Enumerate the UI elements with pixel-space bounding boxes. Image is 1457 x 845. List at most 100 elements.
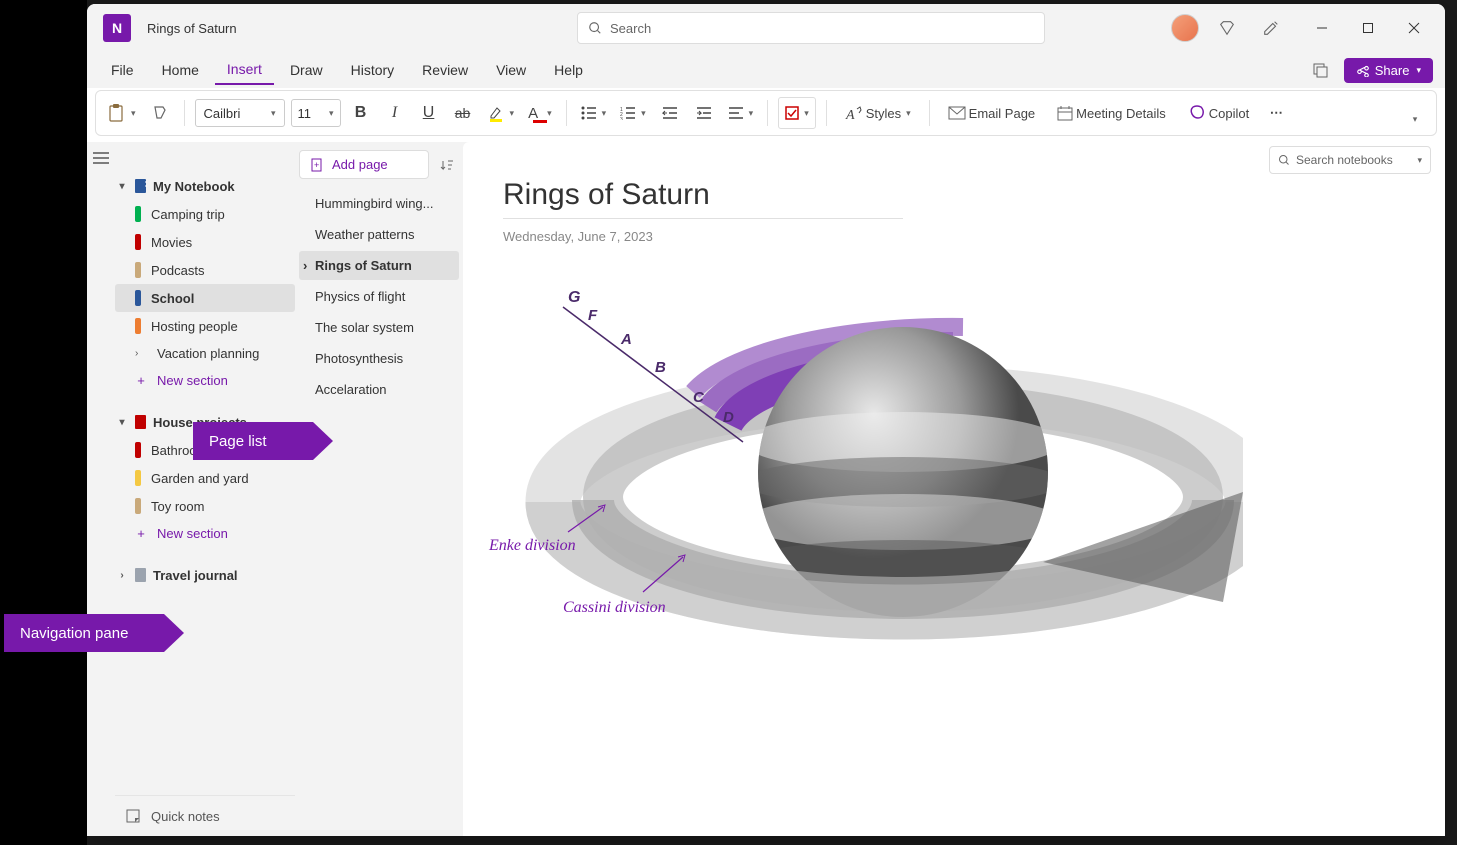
search-icon	[1278, 154, 1290, 166]
quick-notes-button[interactable]: Quick notes	[115, 795, 295, 836]
indent-button[interactable]	[690, 97, 718, 129]
page-item[interactable]: Hummingbird wing...	[299, 189, 459, 218]
plus-icon: +	[135, 526, 147, 541]
page-title[interactable]: Rings of Saturn	[503, 178, 903, 219]
chevron-down-icon: ▾	[115, 181, 129, 192]
onenote-app-icon: N	[103, 14, 131, 42]
format-painter-button[interactable]	[146, 97, 174, 129]
font-color-button[interactable]: A▾	[524, 97, 556, 129]
avatar[interactable]	[1171, 14, 1199, 42]
chevron-down-icon: ▾	[1416, 65, 1421, 76]
font-size-select[interactable]: 11▾	[291, 99, 341, 127]
meeting-details-button[interactable]: Meeting Details	[1049, 97, 1174, 129]
ribbon-expand-chevron[interactable]: ▾	[1400, 103, 1428, 135]
numbering-button[interactable]: 123▾	[616, 97, 650, 129]
maximize-button[interactable]	[1345, 12, 1391, 44]
bullets-button[interactable]: ▾	[577, 97, 611, 129]
menu-insert[interactable]: Insert	[215, 55, 274, 85]
font-family-select[interactable]: Cailbri▾	[195, 99, 285, 127]
add-page-icon: +	[310, 158, 324, 172]
section-item[interactable]: Toy room	[115, 492, 295, 520]
ribbon-toolbar: ▾ Cailbri▾ 11▾ B I U ab ▾ A▾ ▾ 123▾ ▾ ▾ …	[95, 90, 1437, 136]
notebook-header[interactable]: ▾ My Notebook	[115, 172, 295, 200]
section-item[interactable]: School	[115, 284, 295, 312]
navigation-pane: ▾ My Notebook Camping trip Movies Podcas…	[115, 142, 295, 836]
svg-text:B: B	[655, 359, 666, 376]
section-color-swatch	[135, 470, 141, 486]
page-item[interactable]: Accelaration	[299, 375, 459, 404]
underline-button[interactable]: U	[415, 97, 443, 129]
notebook-header[interactable]: › Travel journal	[115, 561, 295, 589]
more-button[interactable]: ⋯	[1263, 97, 1291, 129]
svg-text:+: +	[314, 160, 319, 170]
content-area: Search notebooks ▾ ▾ My Notebook Camping…	[87, 142, 1445, 836]
menu-help[interactable]: Help	[542, 56, 595, 84]
outdent-button[interactable]	[656, 97, 684, 129]
search-input[interactable]: Search	[577, 12, 1045, 44]
section-item[interactable]: Garden and yard	[115, 464, 295, 492]
close-button[interactable]	[1391, 12, 1437, 44]
section-group-item[interactable]: ›Vacation planning	[115, 340, 295, 367]
document-title: Rings of Saturn	[147, 21, 237, 36]
section-item[interactable]: Hosting people	[115, 312, 295, 340]
chevron-down-icon: ▾	[602, 108, 607, 119]
paste-button[interactable]: ▾	[104, 97, 140, 129]
menu-file[interactable]: File	[99, 56, 146, 84]
minimize-button[interactable]	[1299, 12, 1345, 44]
tag-button[interactable]: ▾	[778, 97, 816, 129]
add-page-button[interactable]: + Add page	[299, 150, 429, 179]
new-section-button[interactable]: +New section	[115, 367, 295, 394]
saturn-illustration: G F A B C D Enke division Cassini divisi…	[483, 272, 1243, 722]
page-item[interactable]: Physics of flight	[299, 282, 459, 311]
svg-text:Cassini division: Cassini division	[563, 599, 666, 616]
share-button[interactable]: Share ▾	[1344, 58, 1433, 83]
coming-soon-icon[interactable]	[1255, 12, 1287, 44]
new-section-label: New section	[157, 526, 228, 541]
section-item[interactable]: Movies	[115, 228, 295, 256]
search-placeholder: Search	[610, 21, 651, 36]
page-item[interactable]: Weather patterns	[299, 220, 459, 249]
chevron-right-icon: ›	[115, 570, 129, 581]
sort-pages-button[interactable]	[435, 151, 459, 179]
hamburger-button[interactable]	[87, 142, 115, 836]
share-label: Share	[1375, 63, 1410, 78]
font-size-value: 11	[298, 106, 312, 121]
menu-draw[interactable]: Draw	[278, 56, 335, 84]
menu-review[interactable]: Review	[410, 56, 480, 84]
copilot-button[interactable]: Copilot	[1180, 97, 1257, 129]
page-date: Wednesday, June 7, 2023	[503, 229, 1405, 244]
section-color-swatch	[135, 498, 141, 514]
svg-text:C: C	[693, 389, 705, 406]
page-canvas[interactable]: Rings of Saturn Wednesday, June 7, 2023	[463, 142, 1445, 836]
menubar: File Home Insert Draw History Review Vie…	[87, 52, 1445, 88]
menu-home[interactable]: Home	[150, 56, 211, 84]
chevron-down-icon: ▾	[641, 108, 646, 119]
page-item[interactable]: Photosynthesis	[299, 344, 459, 373]
copilot-label: Copilot	[1209, 106, 1249, 121]
section-label: Podcasts	[151, 263, 204, 278]
premium-diamond-icon[interactable]	[1211, 12, 1243, 44]
open-in-new-window-icon[interactable]	[1304, 54, 1336, 86]
chevron-down-icon: ▾	[271, 108, 276, 119]
page-item[interactable]: Rings of Saturn	[299, 251, 459, 280]
align-button[interactable]: ▾	[724, 97, 758, 129]
menu-history[interactable]: History	[339, 56, 407, 84]
new-section-button[interactable]: + New section	[115, 520, 295, 547]
search-notebooks-input[interactable]: Search notebooks ▾	[1269, 146, 1431, 174]
styles-button[interactable]: AStyles▾	[837, 97, 919, 129]
page-item[interactable]: The solar system	[299, 313, 459, 342]
chevron-down-icon: ▾	[510, 108, 515, 119]
section-item[interactable]: Camping trip	[115, 200, 295, 228]
menu-view[interactable]: View	[484, 56, 538, 84]
section-item[interactable]: Podcasts	[115, 256, 295, 284]
highlight-button[interactable]: ▾	[483, 97, 519, 129]
strikethrough-button[interactable]: ab	[449, 97, 477, 129]
bold-button[interactable]: B	[347, 97, 375, 129]
titlebar: N Rings of Saturn Search	[87, 4, 1445, 52]
chevron-down-icon: ▾	[115, 417, 129, 428]
search-notebooks-placeholder: Search notebooks	[1296, 153, 1393, 167]
italic-button[interactable]: I	[381, 97, 409, 129]
section-label: Vacation planning	[157, 346, 259, 361]
chevron-down-icon: ▾	[749, 108, 754, 119]
email-page-button[interactable]: Email Page	[940, 97, 1043, 129]
